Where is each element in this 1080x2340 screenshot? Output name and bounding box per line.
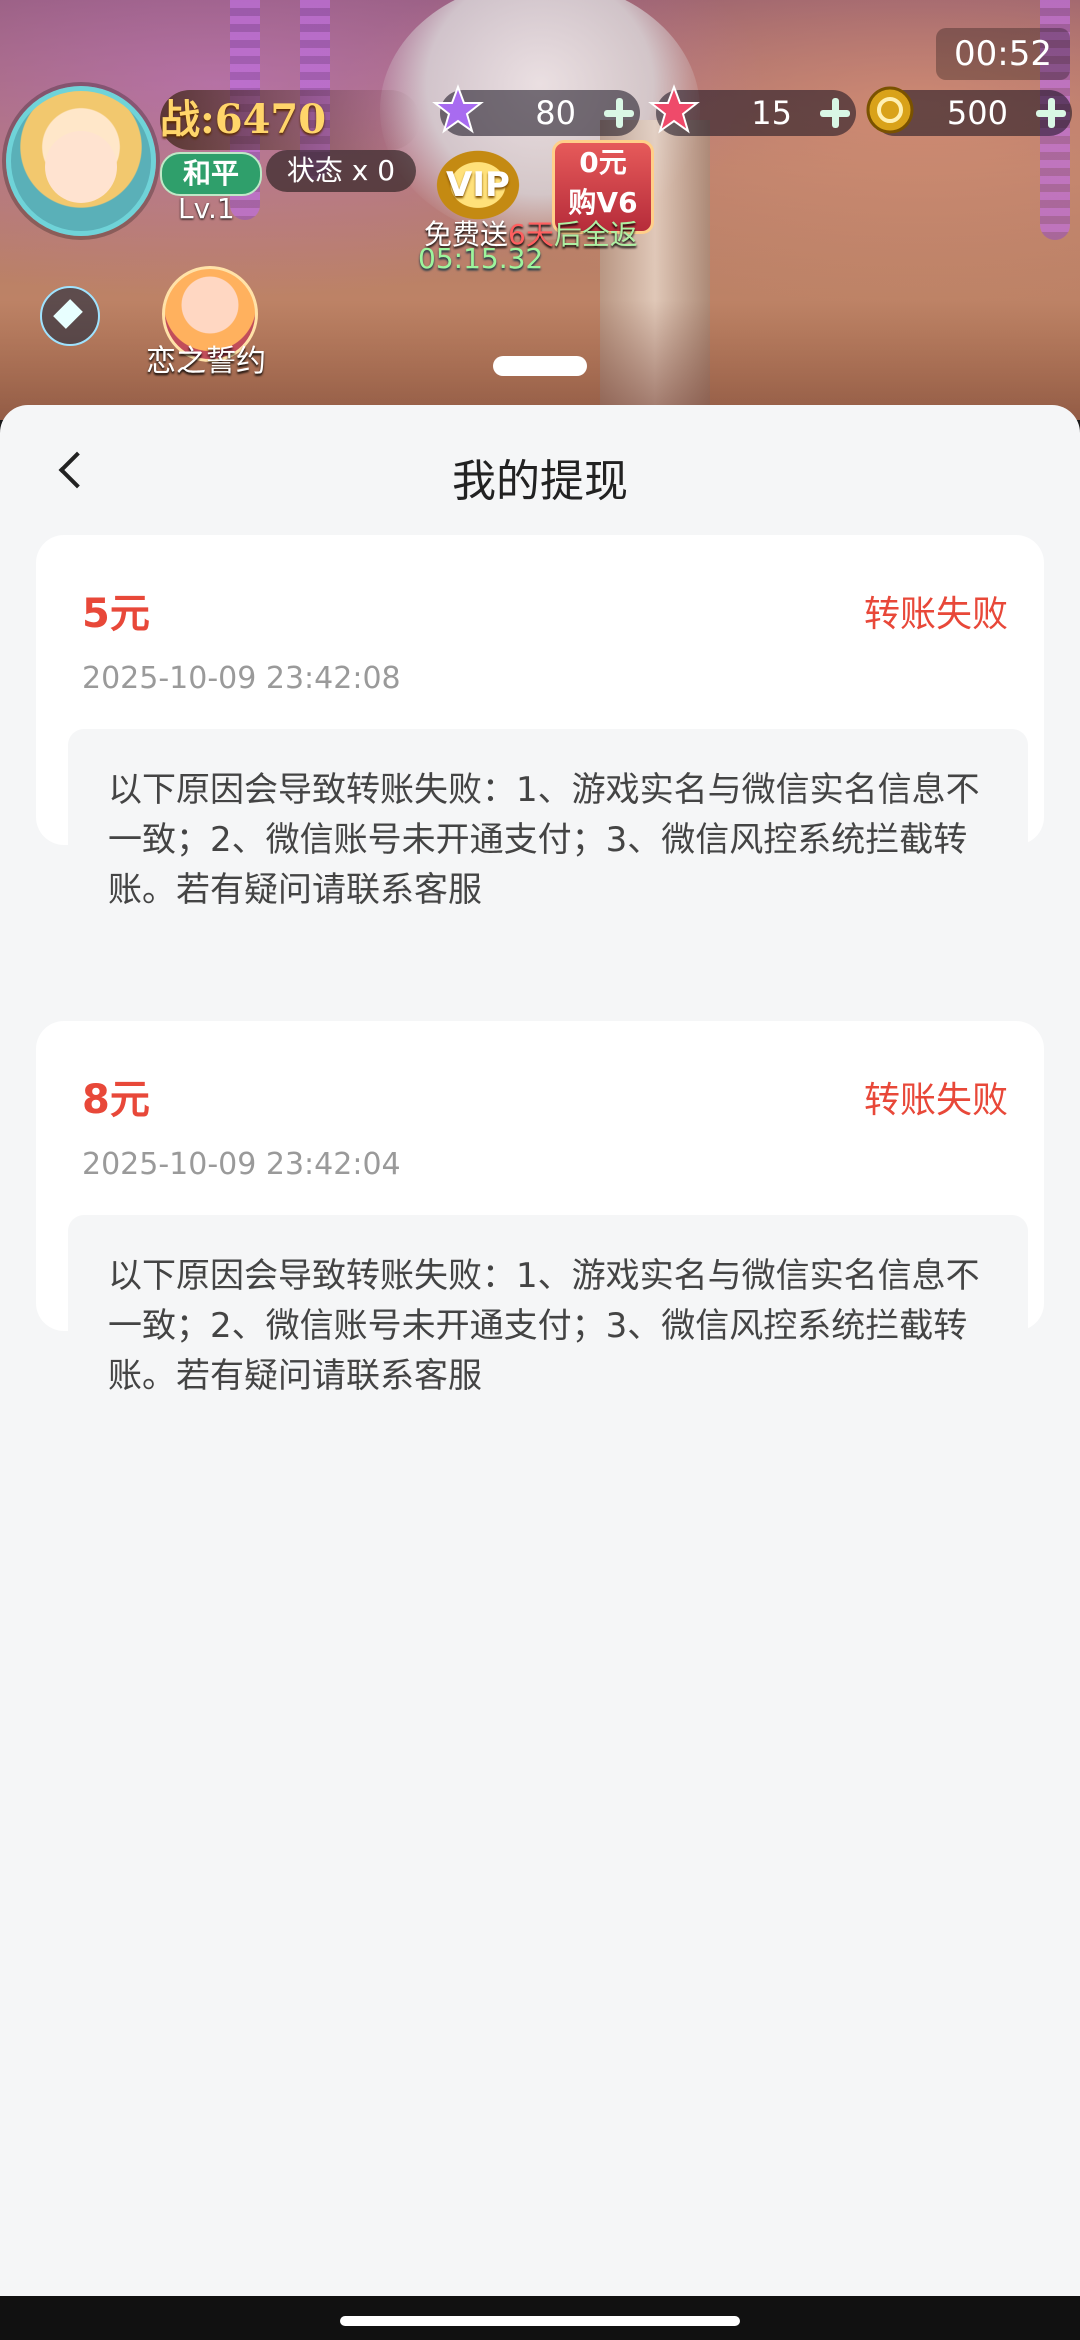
- crystal-icon[interactable]: [40, 286, 100, 346]
- sheet-drag-handle[interactable]: [493, 356, 587, 376]
- peace-mode-badge[interactable]: 和平: [160, 152, 262, 196]
- currency-value: 80: [535, 94, 576, 132]
- currency-purple-star: 80: [432, 84, 640, 136]
- withdrawal-record-card: 5元 转账失败 2025-10-09 23:42:08 以下原因会导致转账失败：…: [36, 535, 1044, 951]
- couple-pledge-label: 恋之誓约: [146, 344, 266, 379]
- transfer-status: 转账失败: [863, 594, 1008, 635]
- currency-red-star: 15: [648, 84, 856, 136]
- page-title: 我的提现: [452, 456, 628, 507]
- free-back-text: 后全返: [553, 218, 638, 251]
- withdrawal-timestamp: 2025-10-09 23:42:08: [82, 661, 401, 696]
- zero-buy-line1: 0元: [579, 146, 627, 179]
- withdrawal-amount: 5元: [82, 591, 150, 637]
- add-purple-star-button[interactable]: [600, 94, 638, 132]
- transfer-status: 转账失败: [863, 1080, 1008, 1121]
- currency-value: 500: [946, 94, 1008, 132]
- game-clock: 00:52: [936, 28, 1070, 80]
- game-background: 00:52 战:6470 和平 状态 x 0 Lv.1 80 15 500 VI…: [0, 0, 1080, 420]
- red-star-icon: [648, 84, 700, 134]
- currency-value: 15: [751, 94, 792, 132]
- failure-reason: 以下原因会导致转账失败：1、游戏实名与微信实名信息不一致；2、微信账号未开通支付…: [68, 729, 1028, 951]
- currency-coin: 500: [866, 86, 1072, 136]
- combat-power: 战:6470: [160, 90, 420, 150]
- withdrawal-timestamp: 2025-10-09 23:42:04: [82, 1147, 401, 1182]
- player-level: Lv.1: [178, 192, 235, 225]
- combat-power-text: 战:6470: [160, 96, 327, 143]
- withdrawal-amount: 8元: [82, 1077, 150, 1123]
- add-coin-button[interactable]: [1032, 94, 1070, 132]
- promo-countdown: 05:15.32: [418, 242, 544, 275]
- home-indicator[interactable]: [340, 2316, 740, 2326]
- sheet-header: 我的提现: [0, 405, 1080, 535]
- state-badge[interactable]: 状态 x 0: [266, 150, 416, 192]
- avatar-face: [45, 131, 117, 203]
- failure-reason: 以下原因会导致转账失败：1、游戏实名与微信实名信息不一致；2、微信账号未开通支付…: [68, 1215, 1028, 1437]
- purple-star-icon: [432, 84, 484, 134]
- add-red-star-button[interactable]: [816, 94, 854, 132]
- coin-icon: [866, 86, 914, 134]
- player-avatar[interactable]: [6, 86, 156, 236]
- withdrawal-record-card: 8元 转账失败 2025-10-09 23:42:04 以下原因会导致转账失败：…: [36, 1021, 1044, 1437]
- withdrawal-sheet: 我的提现 5元 转账失败 2025-10-09 23:42:08 以下原因会导致…: [0, 405, 1080, 2300]
